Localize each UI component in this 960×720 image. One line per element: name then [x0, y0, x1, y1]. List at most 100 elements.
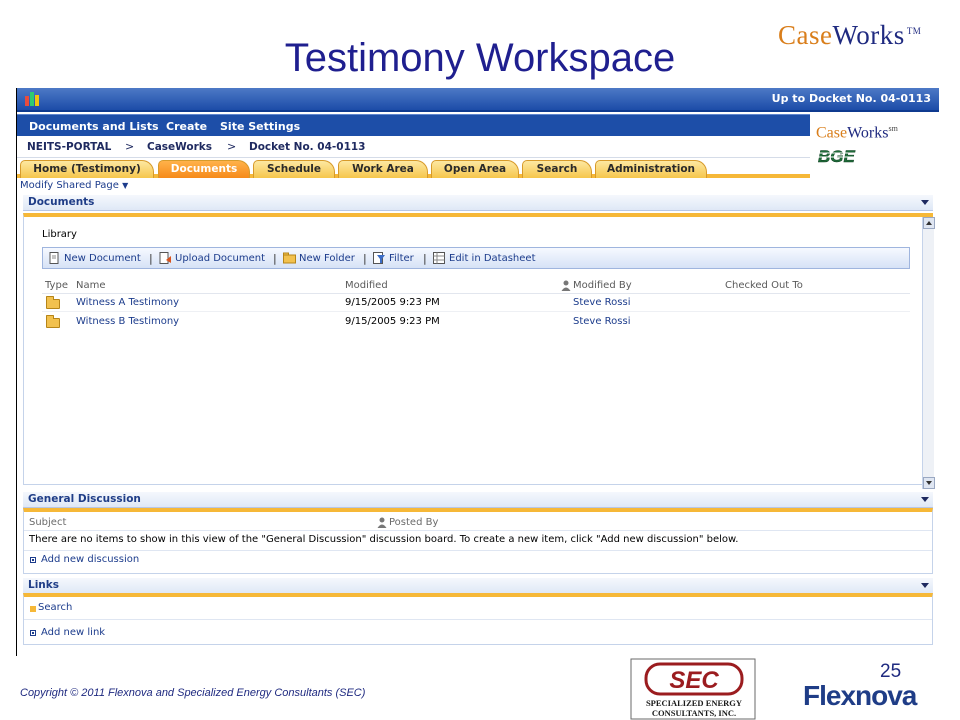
logo-works-text: Works	[832, 20, 905, 50]
toolbar-separator: |	[363, 252, 367, 265]
upload-document-button[interactable]: Upload Document	[175, 253, 265, 264]
filter-button[interactable]: Filter	[389, 253, 414, 264]
toolbar-separator: |	[423, 252, 427, 265]
folder-icon[interactable]	[46, 315, 60, 328]
menu-documents-and-lists[interactable]: Documents and Lists	[29, 120, 159, 133]
breadcrumb-separator: >	[125, 140, 135, 153]
column-header-modified[interactable]: Modified	[345, 280, 388, 291]
sec-logo: SEC SPECIALIZED ENERGY CONSULTANTS, INC.	[630, 658, 756, 720]
chevron-down-icon: ▼	[122, 181, 129, 190]
table-row-divider	[42, 311, 910, 312]
bge-logo: BGE	[818, 147, 860, 166]
documents-webpart-header: Documents	[23, 195, 933, 211]
copyright-notice: Copyright © 2011 Flexnova and Specialize…	[20, 687, 366, 699]
small-logo-case: Case	[816, 124, 848, 142]
webpart-menu-arrow-icon[interactable]	[921, 200, 929, 205]
new-folder-button[interactable]: New Folder	[299, 253, 355, 264]
toolbar-separator: |	[149, 252, 153, 265]
tab-administration[interactable]: Administration	[595, 160, 707, 178]
trademark-mark: TM	[906, 26, 922, 36]
scroll-down-button[interactable]	[923, 477, 935, 489]
edit-in-datasheet-icon	[433, 252, 445, 264]
column-header-checked-out-to[interactable]: Checked Out To	[725, 280, 803, 291]
tab-documents[interactable]: Documents	[158, 160, 250, 178]
caseworks-small-logo: CaseWorkssm	[816, 124, 898, 142]
column-header-divider	[42, 293, 910, 294]
section-divider	[24, 550, 932, 551]
document-name-link[interactable]: Witness A Testimony	[76, 297, 179, 308]
section-divider	[24, 619, 932, 620]
new-document-button[interactable]: New Document	[64, 253, 141, 264]
site-brand-box: CaseWorkssm BGE	[810, 114, 939, 172]
new-folder-icon	[283, 252, 296, 264]
breadcrumb: NEITS-PORTAL > CaseWorks > Docket No. 04…	[17, 136, 810, 158]
column-header-type[interactable]: Type	[45, 280, 68, 291]
breadcrumb-caseworks[interactable]: CaseWorks	[147, 141, 212, 153]
header-divider	[24, 530, 932, 531]
webpart-menu-arrow-icon[interactable]	[921, 583, 929, 588]
portal-window: Up to Docket No. 04-0113 Documents and L…	[17, 88, 939, 656]
menu-site-settings[interactable]: Site Settings	[220, 120, 300, 133]
breadcrumb-separator: >	[227, 140, 237, 153]
add-icon	[30, 630, 36, 636]
document-name-link[interactable]: Witness B Testimony	[76, 316, 179, 327]
new-document-icon	[49, 252, 59, 264]
breadcrumb-neits-portal[interactable]: NEITS-PORTAL	[27, 141, 111, 153]
logo-case-text: Case	[778, 20, 833, 50]
portal-logo-icon[interactable]	[25, 92, 41, 106]
document-modified-by-link[interactable]: Steve Rossi	[573, 316, 631, 327]
empty-list-message: There are no items to show in this view …	[29, 534, 739, 545]
caseworks-logo: CaseWorks TM	[778, 20, 921, 51]
documents-webpart-title[interactable]: Documents	[28, 196, 94, 208]
flexnova-logo: Flexnova	[803, 680, 917, 711]
add-new-discussion-link[interactable]: Add new discussion	[41, 554, 139, 565]
menu-create[interactable]: Create	[166, 120, 207, 133]
service-mark: sm	[888, 124, 898, 133]
toolbar-separator: |	[273, 252, 277, 265]
tab-schedule[interactable]: Schedule	[253, 160, 335, 178]
links-webpart-header: Links	[23, 578, 933, 594]
column-header-name[interactable]: Name	[76, 280, 106, 291]
links-webpart-title[interactable]: Links	[28, 579, 59, 591]
column-header-modified-by[interactable]: Modified By	[573, 280, 632, 291]
tab-work-area[interactable]: Work Area	[338, 160, 428, 178]
modify-shared-page-label: Modify Shared Page	[20, 180, 119, 191]
tab-search[interactable]: Search	[522, 160, 592, 178]
modify-shared-page-menu[interactable]: Modify Shared Page ▼	[20, 180, 128, 191]
filter-icon	[373, 252, 385, 264]
general-discussion-webpart-header: General Discussion	[23, 492, 933, 508]
site-menu-bar: Documents and Lists Create Site Settings	[17, 114, 810, 136]
add-new-link[interactable]: Add new link	[41, 627, 105, 638]
document-modified: 9/15/2005 9:23 PM	[345, 316, 440, 327]
document-modified: 9/15/2005 9:23 PM	[345, 297, 440, 308]
document-modified-by-link[interactable]: Steve Rossi	[573, 297, 631, 308]
up-to-docket-link[interactable]: Up to Docket No. 04-0113	[772, 92, 931, 105]
column-header-posted-by[interactable]: Posted By	[389, 517, 438, 528]
general-discussion-body: Subject Posted By There are no items to …	[23, 508, 933, 574]
library-toolbar: New Document | Upload Document | New Fol…	[42, 247, 910, 269]
person-icon	[561, 280, 571, 291]
scroll-up-button[interactable]	[923, 217, 935, 229]
documents-webpart-body: Library New Document | Upload Document |…	[23, 213, 935, 489]
small-logo-works: Works	[847, 124, 889, 142]
upload-document-icon	[159, 252, 171, 264]
bullet-icon	[30, 606, 36, 612]
folder-icon[interactable]	[46, 296, 60, 309]
tab-open-area[interactable]: Open Area	[431, 160, 519, 178]
library-label: Library	[42, 229, 77, 240]
link-search[interactable]: Search	[38, 602, 72, 613]
svg-text:CONSULTANTS, INC.: CONSULTANTS, INC.	[652, 708, 736, 718]
column-header-subject[interactable]: Subject	[29, 517, 66, 528]
person-icon	[377, 517, 387, 528]
webpart-menu-arrow-icon[interactable]	[921, 497, 929, 502]
top-navigation-bar: Up to Docket No. 04-0113	[17, 88, 939, 112]
add-icon	[30, 557, 36, 563]
documents-scrollbar[interactable]	[922, 217, 935, 489]
breadcrumb-docket[interactable]: Docket No. 04-0113	[249, 141, 366, 153]
tab-strip: Home (Testimony) Documents Schedule Work…	[17, 158, 810, 178]
general-discussion-title[interactable]: General Discussion	[28, 493, 141, 505]
svg-text:SPECIALIZED ENERGY: SPECIALIZED ENERGY	[646, 698, 742, 708]
svg-text:SEC: SEC	[669, 667, 719, 694]
tab-home-testimony[interactable]: Home (Testimony)	[20, 160, 154, 178]
edit-in-datasheet-button[interactable]: Edit in Datasheet	[449, 253, 536, 264]
